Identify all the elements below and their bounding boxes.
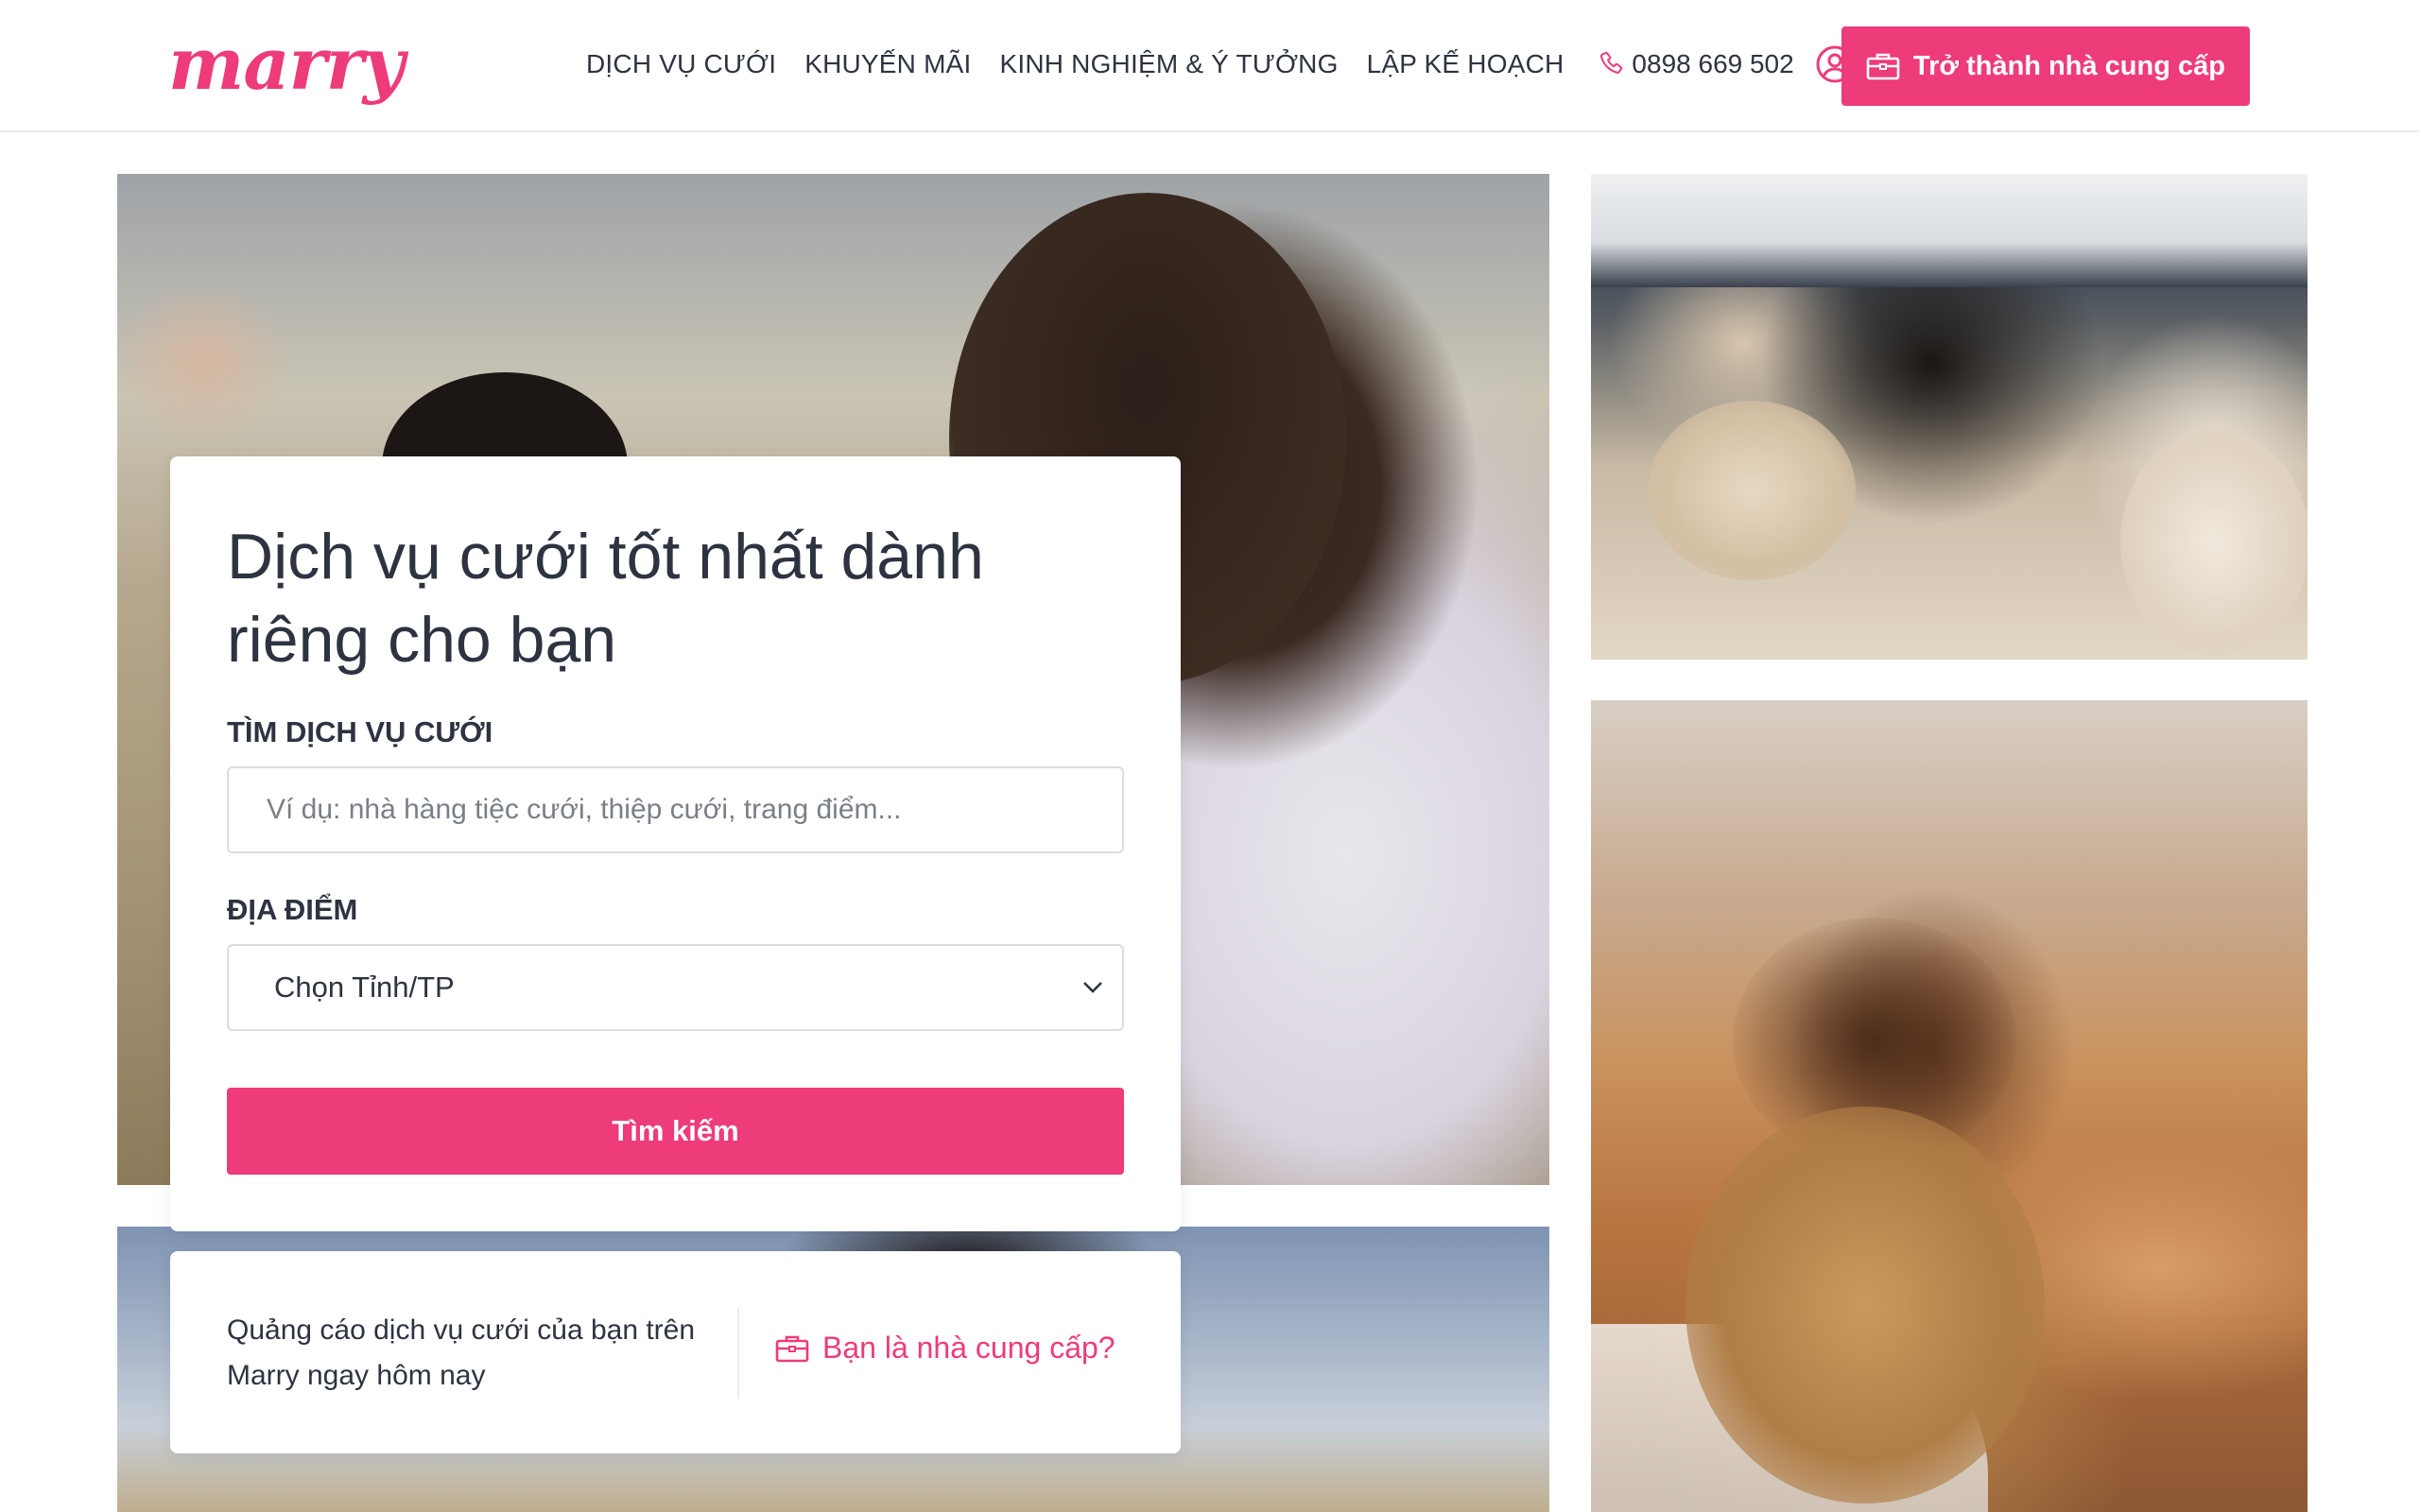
photo-couple-car: [1591, 174, 2308, 660]
phone-link[interactable]: 0898 669 502: [1598, 49, 1794, 79]
briefcase-icon: [1866, 53, 1900, 80]
site-header: marry DỊCH VỤ CƯỚI KHUYẾN MÃI KINH NGHIỆ…: [0, 0, 2420, 132]
hero-title: Dịch vụ cưới tốt nhất dành riêng cho bạn: [227, 521, 984, 676]
nav-item-promotions[interactable]: KHUYẾN MÃI: [804, 49, 971, 79]
become-vendor-label: Trở thành nhà cung cấp: [1913, 50, 2225, 81]
become-vendor-button[interactable]: Trở thành nhà cung cấp: [1841, 26, 2250, 106]
search-card: Dịch vụ cưới tốt nhất dành riêng cho bạn…: [170, 456, 1181, 1231]
location-select[interactable]: Chọn Tỉnh/TP: [227, 944, 1124, 1031]
location-select-value: Chọn Tỉnh/TP: [274, 971, 455, 1004]
vendor-link-label: Bạn là nhà cung cấp?: [822, 1331, 1115, 1365]
briefcase-icon: [775, 1335, 809, 1362]
chevron-down-icon: [1083, 982, 1102, 993]
promo-divider: [737, 1308, 739, 1399]
marry-logo[interactable]: marry: [168, 25, 405, 104]
nav-item-tips-ideas[interactable]: KINH NGHIỆM & Ý TƯỞNG: [999, 49, 1338, 79]
search-button[interactable]: Tìm kiếm: [227, 1088, 1124, 1175]
phone-number: 0898 669 502: [1632, 49, 1794, 78]
photo-bride-sunset: [1591, 700, 2308, 1512]
service-search-label: TÌM DỊCH VỤ CƯỚI: [227, 715, 493, 748]
vendor-promo-card: Quảng cáo dịch vụ cưới của bạn trên Marr…: [170, 1251, 1181, 1453]
main-nav: DỊCH VỤ CƯỚI KHUYẾN MÃI KINH NGHIỆM & Ý …: [586, 43, 1891, 85]
promo-text: Quảng cáo dịch vụ cưới của bạn trên Marr…: [227, 1314, 696, 1391]
service-search-input[interactable]: [227, 766, 1124, 853]
nav-item-planning[interactable]: LẬP KẾ HOẠCH: [1367, 49, 1564, 79]
nav-item-wedding-services[interactable]: DỊCH VỤ CƯỚI: [586, 49, 776, 79]
vendor-link[interactable]: Bạn là nhà cung cấp?: [775, 1331, 1115, 1366]
location-label: ĐỊA ĐIỂM: [227, 893, 358, 926]
phone-icon: [1600, 51, 1623, 74]
